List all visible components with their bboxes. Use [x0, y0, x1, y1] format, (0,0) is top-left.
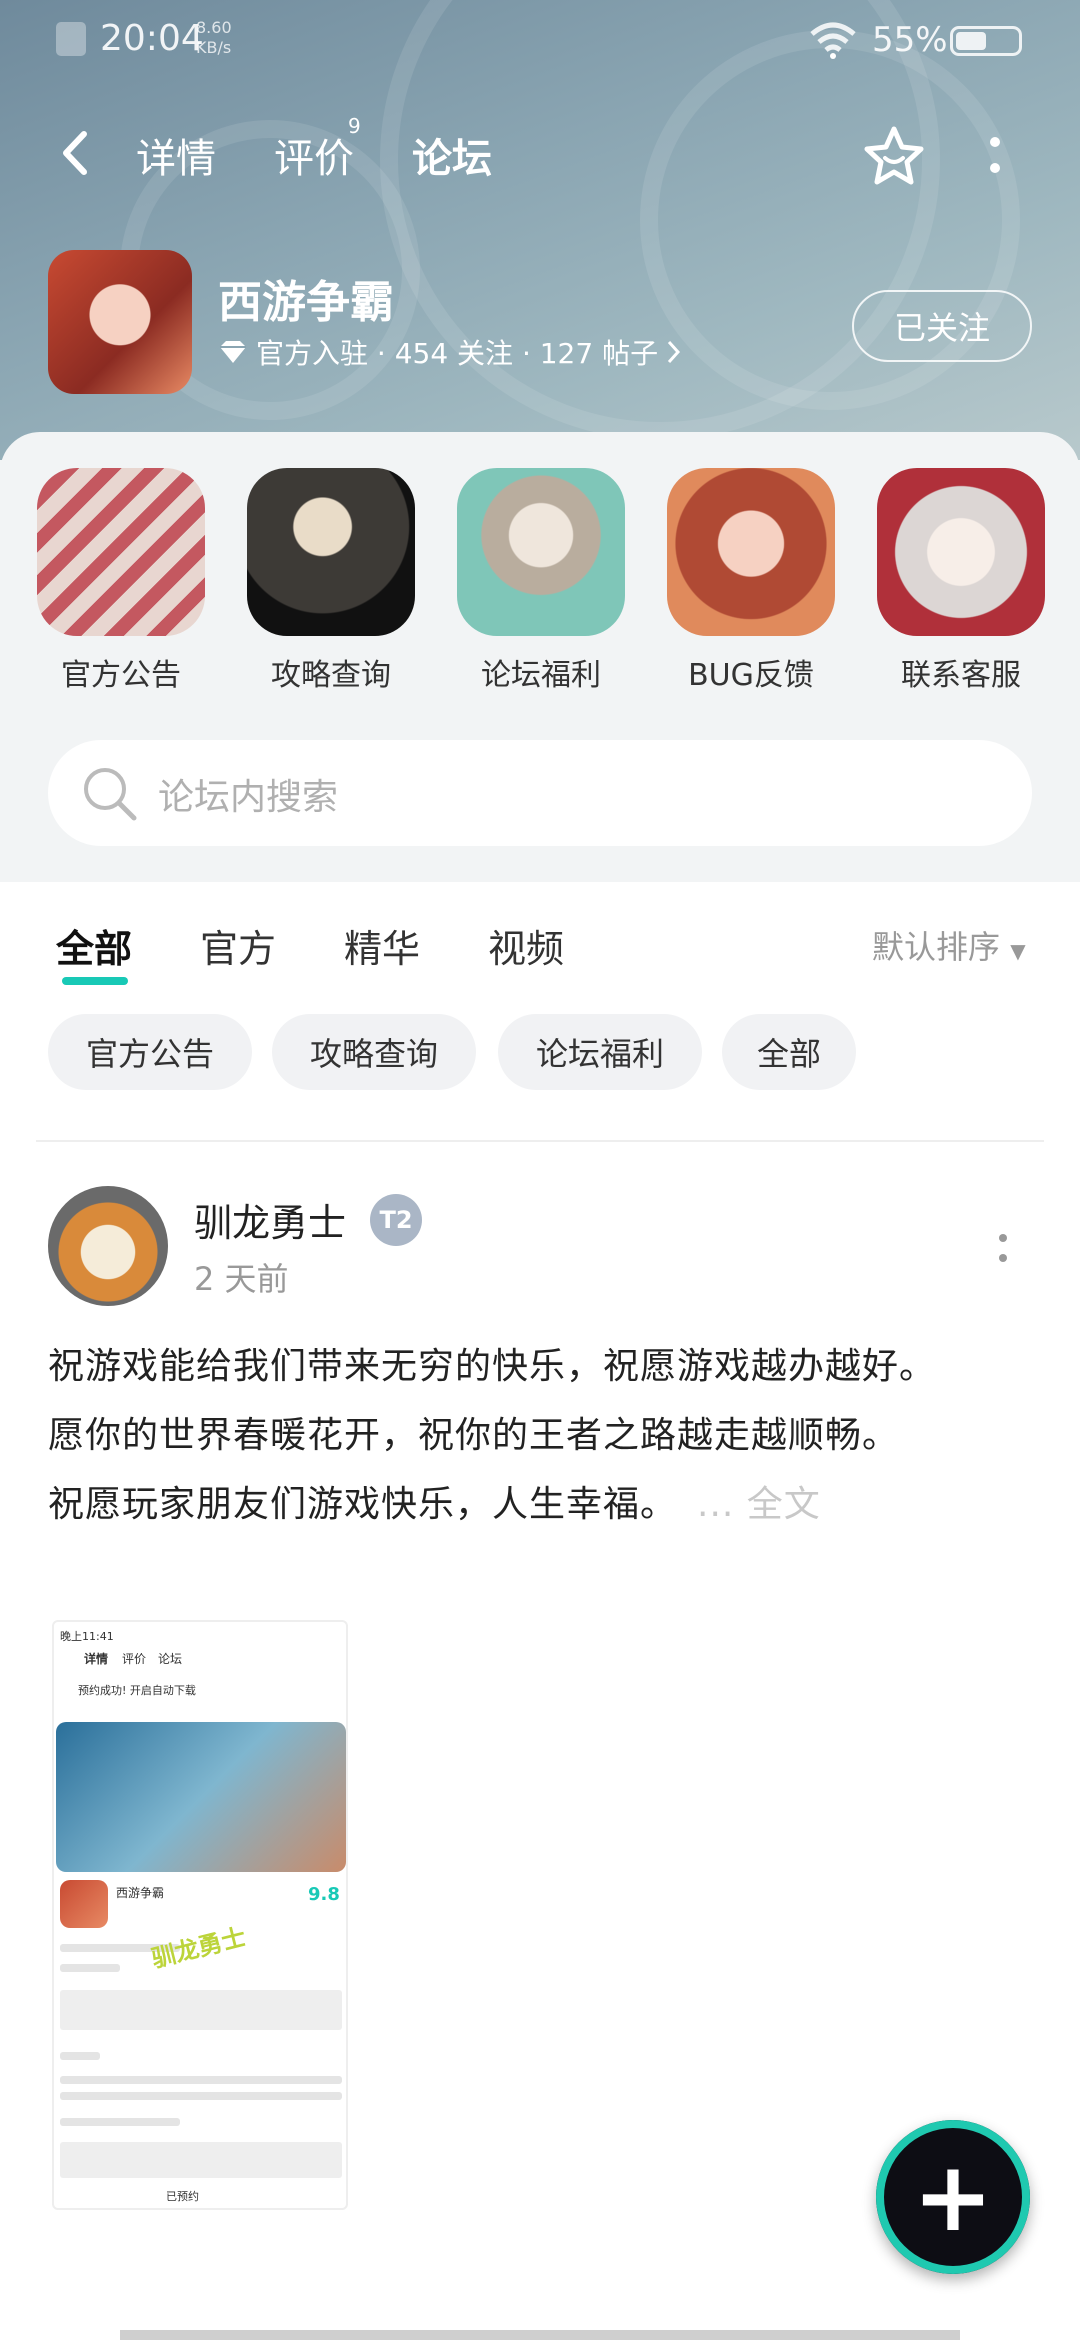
shortcut-service-image — [877, 468, 1045, 636]
post-line-text: 祝愿玩家朋友们游戏快乐，人生幸福。 — [48, 1484, 678, 1525]
shortcut-label: 攻略查询 — [271, 658, 391, 693]
filter-chip-all[interactable]: 全部 — [722, 1014, 856, 1090]
screenshot-tab: 详情 — [84, 1652, 109, 1666]
shortcut-bug-image — [667, 468, 835, 636]
follow-button[interactable]: 已关注 — [852, 290, 1032, 362]
top-nav: 详情 评价 9 论坛 — [0, 110, 1080, 200]
screenshot-notice: 预约成功! 开启自动下载 — [78, 1684, 196, 1697]
wifi-icon — [810, 22, 856, 59]
diamond-icon — [220, 341, 246, 363]
battery-percent: 55% — [872, 20, 948, 60]
network-speed: 8.60 KB/s — [196, 18, 232, 58]
shortcut-announcements[interactable]: 官方公告 — [36, 468, 206, 694]
feed-tab-featured[interactable]: 精华 — [344, 918, 420, 973]
screenshot-game-name: 西游争霸 — [116, 1886, 165, 1900]
post-author[interactable]: 驯龙勇士 — [194, 1192, 346, 1247]
search-icon — [84, 768, 137, 821]
notification-icon — [56, 22, 86, 56]
screenshot-score: 9.8 — [308, 1884, 340, 1905]
post-line: 愿你的世界春暖花开，祝你的王者之路越走越顺畅。 — [48, 1415, 900, 1456]
screenshot-tab: 论坛 — [158, 1652, 183, 1666]
plus-icon: + — [912, 2141, 994, 2253]
search-input[interactable]: 论坛内搜索 — [158, 768, 338, 820]
create-post-button[interactable]: + — [876, 2120, 1030, 2274]
tab-forum[interactable]: 论坛 — [410, 126, 514, 188]
review-count-badge: 9 — [348, 114, 361, 138]
tab-details[interactable]: 详情 — [136, 126, 216, 184]
shortcut-bug-report[interactable]: BUG反馈 — [666, 468, 836, 694]
favorite-star-icon[interactable] — [862, 124, 926, 188]
feed-tab-all[interactable]: 全部 — [56, 918, 133, 985]
back-icon[interactable] — [56, 128, 96, 178]
filter-chip-welfare[interactable]: 论坛福利 — [498, 1014, 702, 1090]
shortcut-customer-service[interactable]: 联系客服 — [876, 468, 1046, 694]
shortcut-guides[interactable]: 攻略查询 — [246, 468, 416, 694]
sort-dropdown[interactable]: 默认排序 ▼ — [872, 922, 1026, 968]
screenshot-time: 晚上11:41 — [60, 1630, 114, 1643]
screenshot-banner — [56, 1722, 346, 1872]
bottom-tab-strip — [120, 2330, 960, 2340]
post-more-icon[interactable] — [996, 1232, 1010, 1266]
feed-tab-official[interactable]: 官方 — [200, 918, 276, 973]
chevron-right-icon — [667, 340, 681, 364]
post-image[interactable]: 晚上11:41 详情 评价 论坛 预约成功! 开启自动下载 西游争霸 9.8 驯… — [52, 1620, 348, 2210]
post-time: 2 天前 — [194, 1260, 289, 1298]
tab-reviews[interactable]: 评价 — [274, 126, 354, 184]
expand-full-link[interactable]: ... 全文 — [697, 1484, 821, 1525]
shortcut-label: 联系客服 — [901, 658, 1021, 693]
game-meta-text: 官方入驻 · 454 关注 · 127 帖子 — [256, 337, 659, 370]
shortcut-welfare-image — [457, 468, 625, 636]
screenshot-tab: 评价 — [122, 1652, 147, 1666]
game-header: 西游争霸 官方入驻 · 454 关注 · 127 帖子 已关注 — [0, 250, 1080, 400]
feed-tab-video[interactable]: 视频 — [488, 918, 564, 973]
status-bar: 20:04 8.60 KB/s 55% — [0, 0, 1080, 80]
shortcut-label: BUG反馈 — [688, 658, 814, 693]
game-name: 西游争霸 — [218, 277, 394, 328]
sort-label: 默认排序 — [872, 928, 1001, 966]
divider — [36, 1140, 1044, 1142]
shortcut-announcements-image — [37, 468, 205, 636]
feed-tab-underline — [62, 977, 128, 985]
screenshot-game-icon — [60, 1880, 108, 1928]
shortcut-label: 官方公告 — [61, 658, 181, 693]
filter-chip-announcements[interactable]: 官方公告 — [48, 1014, 252, 1090]
shortcut-label: 论坛福利 — [481, 658, 601, 693]
filter-chip-guides[interactable]: 攻略查询 — [272, 1014, 476, 1090]
forum-panel: 官方公告 攻略查询 论坛福利 BUG反馈 联系客服 论坛内搜索 — [0, 432, 1080, 882]
screenshot-button: 已预约 — [166, 2190, 199, 2203]
screenshot-watermark: 驯龙勇士 — [148, 1922, 249, 1974]
post-content[interactable]: 祝游戏能给我们带来无穷的快乐，祝愿游戏越办越好。 愿你的世界春暖花开，祝你的王者… — [48, 1332, 1032, 1539]
feed-tab-label: 全部 — [56, 927, 133, 971]
speed-unit: KB/s — [196, 38, 232, 57]
tab-forum-label: 论坛 — [412, 136, 492, 182]
speed-value: 8.60 — [196, 18, 232, 37]
user-level-badge: T2 — [370, 1194, 422, 1246]
more-icon[interactable] — [988, 134, 1002, 178]
forum-feed: 全部 官方 精华 视频 默认排序 ▼ 官方公告 攻略查询 论坛福利 全部 驯龙勇… — [0, 882, 1080, 2340]
caret-down-icon: ▼ — [1010, 939, 1026, 963]
status-time: 20:04 — [100, 18, 204, 59]
battery-icon — [950, 26, 1022, 56]
post-line: 祝游戏能给我们带来无穷的快乐，祝愿游戏越办越好。 — [48, 1346, 937, 1387]
avatar[interactable] — [48, 1186, 168, 1306]
post-line: 祝愿玩家朋友们游戏快乐，人生幸福。 ... 全文 — [48, 1470, 1032, 1539]
shortcut-welfare[interactable]: 论坛福利 — [456, 468, 626, 694]
forum-search[interactable]: 论坛内搜索 — [48, 740, 1032, 846]
game-icon[interactable] — [48, 250, 192, 394]
game-meta[interactable]: 官方入驻 · 454 关注 · 127 帖子 — [218, 332, 682, 372]
shortcut-guides-image — [247, 468, 415, 636]
